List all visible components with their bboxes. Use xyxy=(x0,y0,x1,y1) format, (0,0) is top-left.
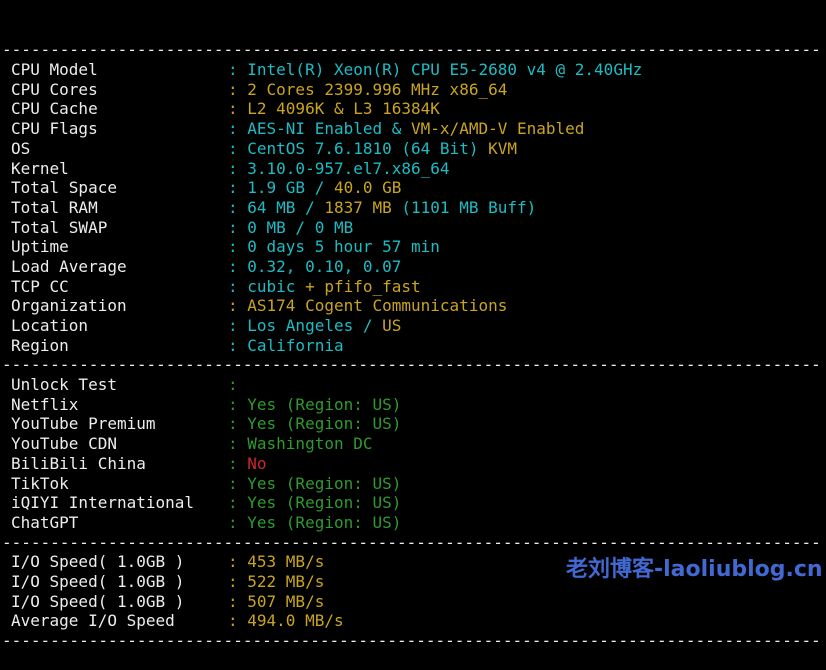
output-row: YouTube CDN : Washington DC xyxy=(2,434,826,454)
output-row: CPU Cores : 2 Cores 2399.996 MHz x86_64 xyxy=(2,80,826,100)
row-value-segment: : xyxy=(228,453,248,473)
output-row: Unlock Test: xyxy=(2,375,826,395)
output-row: Netflix : Yes (Region: US) xyxy=(2,395,826,415)
row-value-segment: US xyxy=(382,316,402,336)
output-row: Organization : AS174 Cogent Communication… xyxy=(2,296,826,316)
row-value-segment: : Yes (Region: US) xyxy=(228,493,402,513)
row-value-segment: : 0 days 5 hour 57 min xyxy=(228,237,440,257)
row-value-segment: : 2 Cores 2399.996 MHz x86_64 xyxy=(228,79,508,99)
output-row: YouTube Premium : Yes (Region: US) xyxy=(2,414,826,434)
row-label: ChatGPT xyxy=(11,512,79,532)
row-value-segment: KVM xyxy=(488,138,517,158)
output-row: iQIYI International : Yes (Region: US) xyxy=(2,493,826,513)
row-label: CPU Cache xyxy=(11,99,98,119)
row-label: CPU Model xyxy=(11,60,98,80)
row-label: Total RAM xyxy=(11,197,98,217)
separator-line: ----------------------------------------… xyxy=(2,631,821,651)
row-label: I/O Speed( 1.0GB ) xyxy=(11,552,185,572)
row-value-segment: VM-x/AMD-V Enabled xyxy=(411,119,585,139)
row-label: I/O Speed( 1.0GB ) xyxy=(11,571,185,591)
row-label: BiliBili China xyxy=(11,453,146,473)
row-label: CPU Cores xyxy=(11,79,98,99)
output-row: OS : CentOS 7.6.1810 (64 Bit) KVM xyxy=(2,139,826,159)
row-value-segment: : 64 MB / xyxy=(228,197,325,217)
row-value-segment: : Yes (Region: US) xyxy=(228,473,402,493)
output-row: Uptime : 0 days 5 hour 57 min xyxy=(2,237,826,257)
output-row: BiliBili China: No xyxy=(2,454,826,474)
row-label: OS xyxy=(11,138,31,158)
row-value-segment: : 3.10.0-957.el7.x86_64 xyxy=(228,158,450,178)
row-value-segment: No xyxy=(247,453,267,473)
row-label: Total Space xyxy=(11,178,117,198)
output-row: Total SWAP : 0 MB / 0 MB xyxy=(2,218,826,238)
row-label: TikTok xyxy=(11,473,69,493)
row-label: I/O Speed( 1.0GB ) xyxy=(11,591,185,611)
output-row: TCP CC : cubic + pfifo_fast xyxy=(2,277,826,297)
row-label: Unlock Test xyxy=(11,375,117,395)
output-row: CPU Model : Intel(R) Xeon(R) CPU E5-2680 … xyxy=(2,60,826,80)
row-label: Total SWAP xyxy=(11,217,108,237)
row-value-segment: : Yes (Region: US) xyxy=(228,394,402,414)
output-row: Region : California xyxy=(2,336,826,356)
row-label: CPU Flags xyxy=(11,119,98,139)
output-row: TikTok : Yes (Region: US) xyxy=(2,474,826,494)
output-row: Total RAM : 64 MB / 1837 MB (1101 MB Buff… xyxy=(2,198,826,218)
terminal-screen[interactable]: ----------------------------------------… xyxy=(0,0,826,650)
row-value-segment: (1101 MB Buff) xyxy=(391,197,537,217)
output-row: CPU Flags : AES-NI Enabled & VM-x/AMD-V E… xyxy=(2,119,826,139)
row-label: Organization xyxy=(11,296,127,316)
row-value-segment: 40.0 GB xyxy=(333,178,402,198)
row-value-segment: : 507 MB/s xyxy=(228,591,325,611)
row-value-segment: : 0.32, 0.10, 0.07 xyxy=(228,256,402,276)
row-value-segment: : 453 MB/s xyxy=(228,552,325,572)
row-label: Location xyxy=(11,316,89,336)
output-row: CPU Cache : L2 4096K & L3 16384K xyxy=(2,99,826,119)
output-row: ChatGPT : Yes (Region: US) xyxy=(2,513,826,533)
row-label: Average I/O Speed xyxy=(11,611,175,631)
row-value-segment: : Yes (Region: US) xyxy=(228,414,402,434)
blog-watermark: 老刘博客-laoliublog.cn xyxy=(566,557,823,582)
row-label: YouTube Premium xyxy=(11,414,156,434)
row-value-segment: : Los Angeles / xyxy=(228,316,383,336)
row-value-segment: : 522 MB/s xyxy=(228,571,325,591)
row-value-segment: : AS174 Cogent Communications xyxy=(228,296,508,316)
row-value-segment: : Washington DC xyxy=(228,434,373,454)
row-value-segment: : 494.0 MB/s xyxy=(228,611,344,631)
row-value-segment: : 0 MB / 0 MB xyxy=(228,217,354,237)
row-value-segment: : AES-NI Enabled & xyxy=(228,119,412,139)
row-value-segment: : 1.9 GB / xyxy=(228,178,334,198)
output-row: Total Space : 1.9 GB / 40.0 GB xyxy=(2,178,826,198)
row-value-segment: + pfifo_fast xyxy=(295,276,421,296)
separator-line: ----------------------------------------… xyxy=(2,40,821,60)
output-row: Average I/O Speed : 494.0 MB/s xyxy=(2,611,826,631)
row-value-segment: 1837 MB xyxy=(324,197,392,217)
row-label: Load Average xyxy=(11,256,127,276)
row-value-segment: : Intel(R) Xeon(R) CPU E5-2680 v4 @ 2.40… xyxy=(228,60,643,80)
row-label: YouTube CDN xyxy=(11,434,117,454)
row-value-segment: : CentOS 7.6.1810 (64 Bit) xyxy=(228,138,489,158)
row-label: Uptime xyxy=(11,237,69,257)
row-value-segment: : cubic xyxy=(228,276,296,296)
row-label: TCP CC xyxy=(11,276,69,296)
row-label: Kernel xyxy=(11,158,69,178)
output-row: I/O Speed( 1.0GB ) : 507 MB/s xyxy=(2,592,826,612)
separator-line: ----------------------------------------… xyxy=(2,532,821,552)
output-row: Load Average : 0.32, 0.10, 0.07 xyxy=(2,257,826,277)
row-value-segment: : Yes (Region: US) xyxy=(228,512,402,532)
row-value-segment: : xyxy=(228,375,238,395)
row-value-segment: : California xyxy=(228,335,344,355)
row-label: iQIYI International xyxy=(11,493,195,513)
output-row: Location : Los Angeles / US xyxy=(2,316,826,336)
row-value-segment: : L2 4096K & L3 16384K xyxy=(228,99,440,119)
row-label: Region xyxy=(11,335,69,355)
output-row: Kernel : 3.10.0-957.el7.x86_64 xyxy=(2,159,826,179)
separator-line: ----------------------------------------… xyxy=(2,355,821,375)
row-label: Netflix xyxy=(11,394,79,414)
